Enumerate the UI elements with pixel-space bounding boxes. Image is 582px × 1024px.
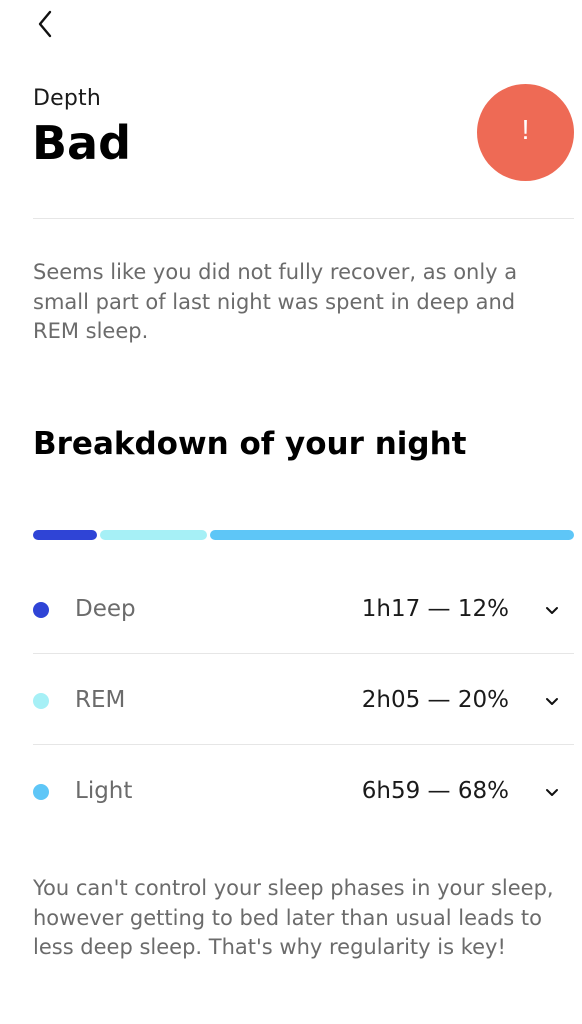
light-dot-icon <box>33 784 49 800</box>
phase-name: REM <box>75 687 126 713</box>
phase-name: Light <box>75 778 133 804</box>
back-button[interactable] <box>28 6 64 42</box>
divider <box>33 653 574 654</box>
rem-segment <box>100 530 208 540</box>
phase-value: 1h17 — 12% <box>361 596 509 622</box>
alert-icon: ! <box>521 114 530 145</box>
status-title: Bad <box>32 116 132 170</box>
phase-name: Deep <box>75 596 136 622</box>
sleep-phase-bar <box>33 530 574 540</box>
divider <box>33 218 574 219</box>
description-text: Seems like you did not fully recover, as… <box>33 260 518 343</box>
phase-value: 6h59 — 68% <box>361 778 509 804</box>
chevron-down-icon[interactable] <box>544 785 560 801</box>
rem-dot-icon <box>33 693 49 709</box>
alert-badge: ! <box>477 84 574 181</box>
deep-segment <box>33 530 98 540</box>
section-label: Depth <box>33 86 102 111</box>
footer-text: You can't control your sleep phases in y… <box>33 876 554 959</box>
deep-dot-icon <box>33 602 49 618</box>
phase-row-rem[interactable]: REM 2h05 — 20% <box>33 656 574 746</box>
chevron-left-icon <box>38 10 52 38</box>
light-segment <box>210 530 574 540</box>
phase-row-light[interactable]: Light 6h59 — 68% <box>33 747 574 837</box>
phase-row-deep[interactable]: Deep 1h17 — 12% <box>33 565 574 655</box>
breakdown-title: Breakdown of your night <box>33 426 467 462</box>
phase-value: 2h05 — 20% <box>361 687 509 713</box>
divider <box>33 744 574 745</box>
chevron-down-icon[interactable] <box>544 694 560 710</box>
chevron-down-icon[interactable] <box>544 603 560 619</box>
